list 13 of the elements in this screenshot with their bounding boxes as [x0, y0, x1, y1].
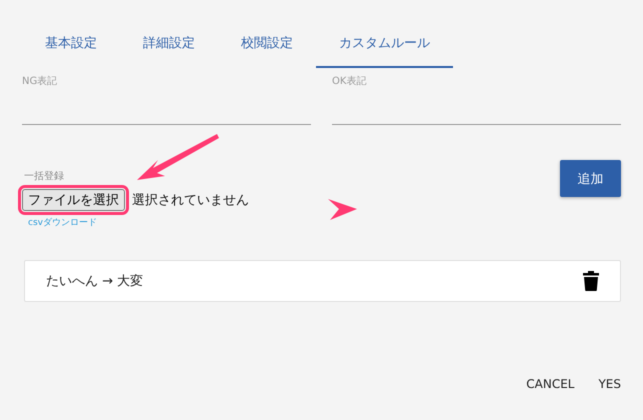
rule-text: たいへん → 大変	[46, 273, 144, 290]
tab[interactable]: 校閲設定	[218, 34, 316, 68]
trash-icon[interactable]	[583, 271, 599, 291]
file-status: 選択されていません	[132, 192, 249, 209]
tab[interactable]: 基本設定	[22, 34, 120, 68]
dialog-button[interactable]: CANCEL	[526, 377, 574, 391]
tab[interactable]: カスタムルール	[316, 34, 453, 68]
tab[interactable]: 詳細設定	[120, 34, 218, 68]
dialog-button[interactable]: YES	[598, 377, 621, 391]
bulk-label: 一括登録	[24, 170, 65, 183]
add-button[interactable]: 追加	[560, 160, 621, 197]
download-link[interactable]: csvダウンロード	[28, 216, 249, 229]
annotation-arrowhead	[328, 199, 357, 220]
